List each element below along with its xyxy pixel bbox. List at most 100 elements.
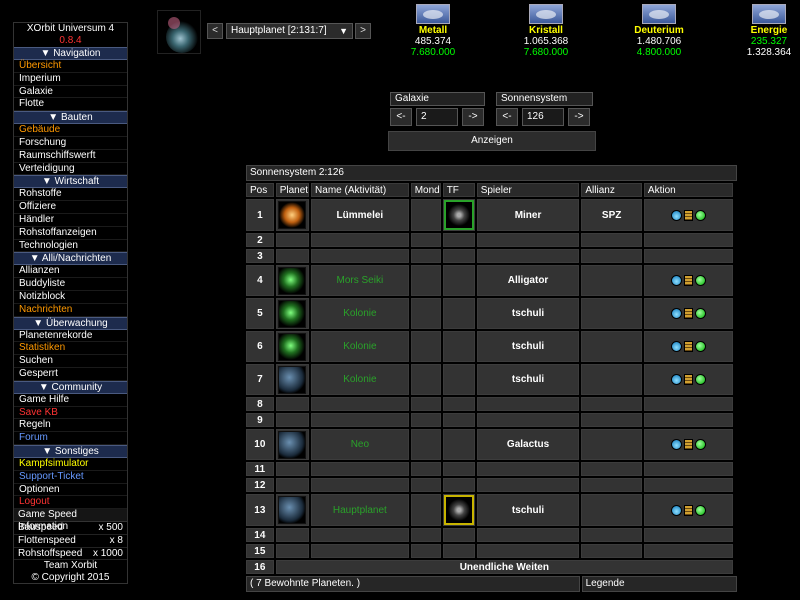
message-icon[interactable]	[683, 209, 693, 221]
menu-item[interactable]: Technologien	[14, 240, 127, 253]
menu-item[interactable]: Übersicht	[14, 60, 127, 73]
menu-item[interactable]: Planetenrekorde	[14, 330, 127, 343]
player-name[interactable]: tschuli	[476, 298, 580, 329]
message-icon[interactable]	[683, 341, 693, 352]
galaxy-input[interactable]: 2	[416, 108, 458, 126]
planet-image[interactable]	[278, 430, 307, 459]
menu-item[interactable]: Rohstoffanzeigen	[14, 227, 127, 240]
planet-image[interactable]	[278, 201, 307, 229]
planet-name[interactable]: Kolonie	[311, 331, 409, 362]
spy-icon[interactable]	[670, 439, 682, 450]
planet-name[interactable]: Hauptplanet	[311, 494, 409, 526]
menu-item[interactable]: Logout	[14, 496, 127, 510]
expedition-cell[interactable]: Unendliche Weiten	[275, 560, 733, 574]
message-icon[interactable]	[683, 308, 693, 319]
next-planet-button[interactable]: >	[355, 23, 371, 39]
menu-item[interactable]: Statistiken	[14, 342, 127, 356]
player-name[interactable]: Miner	[476, 199, 580, 231]
menu-item[interactable]: Game Hilfe	[14, 394, 127, 407]
menu-item[interactable]: Flotte	[14, 98, 127, 112]
planet-cell[interactable]	[275, 331, 310, 362]
menu-item[interactable]: Support-Ticket	[14, 471, 127, 484]
menu-item[interactable]: Imperium	[14, 73, 127, 86]
show-button[interactable]: Anzeigen	[388, 131, 596, 151]
spy-icon[interactable]	[670, 341, 682, 352]
system-prev-button[interactable]: <-	[496, 108, 518, 126]
menu-item[interactable]: Nachrichten	[14, 304, 127, 317]
planet-name[interactable]: Kolonie	[311, 298, 409, 329]
player-name[interactable]: tschuli	[476, 331, 580, 362]
planet-cell[interactable]	[275, 364, 310, 395]
menu-item[interactable]: Forschung	[14, 137, 127, 150]
prev-planet-button[interactable]: <	[207, 23, 223, 39]
planet-name[interactable]: Neo	[311, 429, 409, 460]
table-row: 12	[246, 478, 733, 492]
planet-cell[interactable]	[275, 265, 310, 296]
menu-item[interactable]: Forum	[14, 432, 127, 445]
galaxy-next-button[interactable]: ->	[462, 108, 484, 126]
menu-item[interactable]: Raumschiffswerft	[14, 150, 127, 163]
planet-image[interactable]	[278, 496, 307, 524]
buddy-request-icon[interactable]	[694, 374, 706, 385]
menu-item[interactable]: Rohstoffe	[14, 188, 127, 202]
planet-image[interactable]	[278, 365, 307, 394]
menu-item[interactable]: Verteidigung	[14, 163, 127, 176]
menu-item[interactable]: Gebäude	[14, 124, 127, 137]
spy-icon[interactable]	[670, 374, 682, 385]
menu-section-label: Überwachung	[45, 317, 108, 329]
buddy-request-icon[interactable]	[694, 308, 706, 319]
planet-cell[interactable]	[275, 429, 310, 460]
planet-image[interactable]	[278, 299, 307, 328]
spy-icon[interactable]	[670, 275, 682, 286]
menu-item[interactable]: Allianzen	[14, 265, 127, 279]
player-name[interactable]: tschuli	[476, 494, 580, 526]
menu-item[interactable]: Galaxie	[14, 86, 127, 99]
menu-item[interactable]: Gesperrt	[14, 368, 127, 381]
moon-cell	[410, 494, 441, 526]
player-name[interactable]: tschuli	[476, 364, 580, 395]
system-next-button[interactable]: ->	[568, 108, 590, 126]
buddy-request-icon[interactable]	[694, 209, 706, 221]
debris-field-icon[interactable]	[443, 495, 474, 525]
planet-cell[interactable]	[275, 494, 310, 526]
player-name[interactable]: Alligator	[476, 265, 580, 296]
menu-item[interactable]: Optionen	[14, 484, 127, 497]
spy-icon[interactable]	[670, 504, 682, 516]
position-cell: 16	[246, 560, 274, 574]
debris-cell[interactable]	[442, 494, 475, 526]
message-icon[interactable]	[683, 439, 693, 450]
menu-item[interactable]: Offiziere	[14, 201, 127, 214]
planet-cell[interactable]	[275, 199, 310, 231]
menu-item[interactable]: Buddyliste	[14, 278, 127, 291]
menu-item[interactable]: Save KB	[14, 407, 127, 420]
alliance-name[interactable]: SPZ	[581, 199, 642, 231]
buddy-request-icon[interactable]	[694, 439, 706, 450]
system-input[interactable]: 126	[522, 108, 564, 126]
message-icon[interactable]	[683, 275, 693, 286]
galaxy-prev-button[interactable]: <-	[390, 108, 412, 126]
menu-item[interactable]: Kampfsimulator	[14, 458, 127, 471]
player-name[interactable]: Galactus	[476, 429, 580, 460]
planet-image[interactable]	[278, 266, 307, 295]
buddy-request-icon[interactable]	[694, 341, 706, 352]
menu-item[interactable]: Notizblock	[14, 291, 127, 304]
menu-item[interactable]: Suchen	[14, 355, 127, 368]
message-icon[interactable]	[683, 504, 693, 516]
planet-image[interactable]	[278, 332, 307, 361]
planet-select[interactable]: Hauptplanet [2:131:7] ▼	[226, 23, 353, 39]
planet-name[interactable]: Mors Seiki	[311, 265, 409, 296]
menu-item[interactable]: Händler	[14, 214, 127, 227]
buddy-request-icon[interactable]	[694, 275, 706, 286]
debris-cell[interactable]	[442, 199, 475, 231]
buddy-request-icon[interactable]	[694, 504, 706, 516]
planet-name[interactable]: Kolonie	[311, 364, 409, 395]
planet-cell[interactable]	[275, 298, 310, 329]
menu-section-label: Sonstiges	[54, 445, 99, 457]
debris-field-icon[interactable]	[443, 200, 474, 230]
menu-item[interactable]: Regeln	[14, 419, 127, 433]
planet-name[interactable]: Lümmelei	[311, 199, 409, 231]
message-icon[interactable]	[683, 374, 693, 385]
legend-link[interactable]: Legende	[581, 576, 737, 592]
spy-icon[interactable]	[670, 308, 682, 319]
spy-icon[interactable]	[670, 209, 682, 221]
